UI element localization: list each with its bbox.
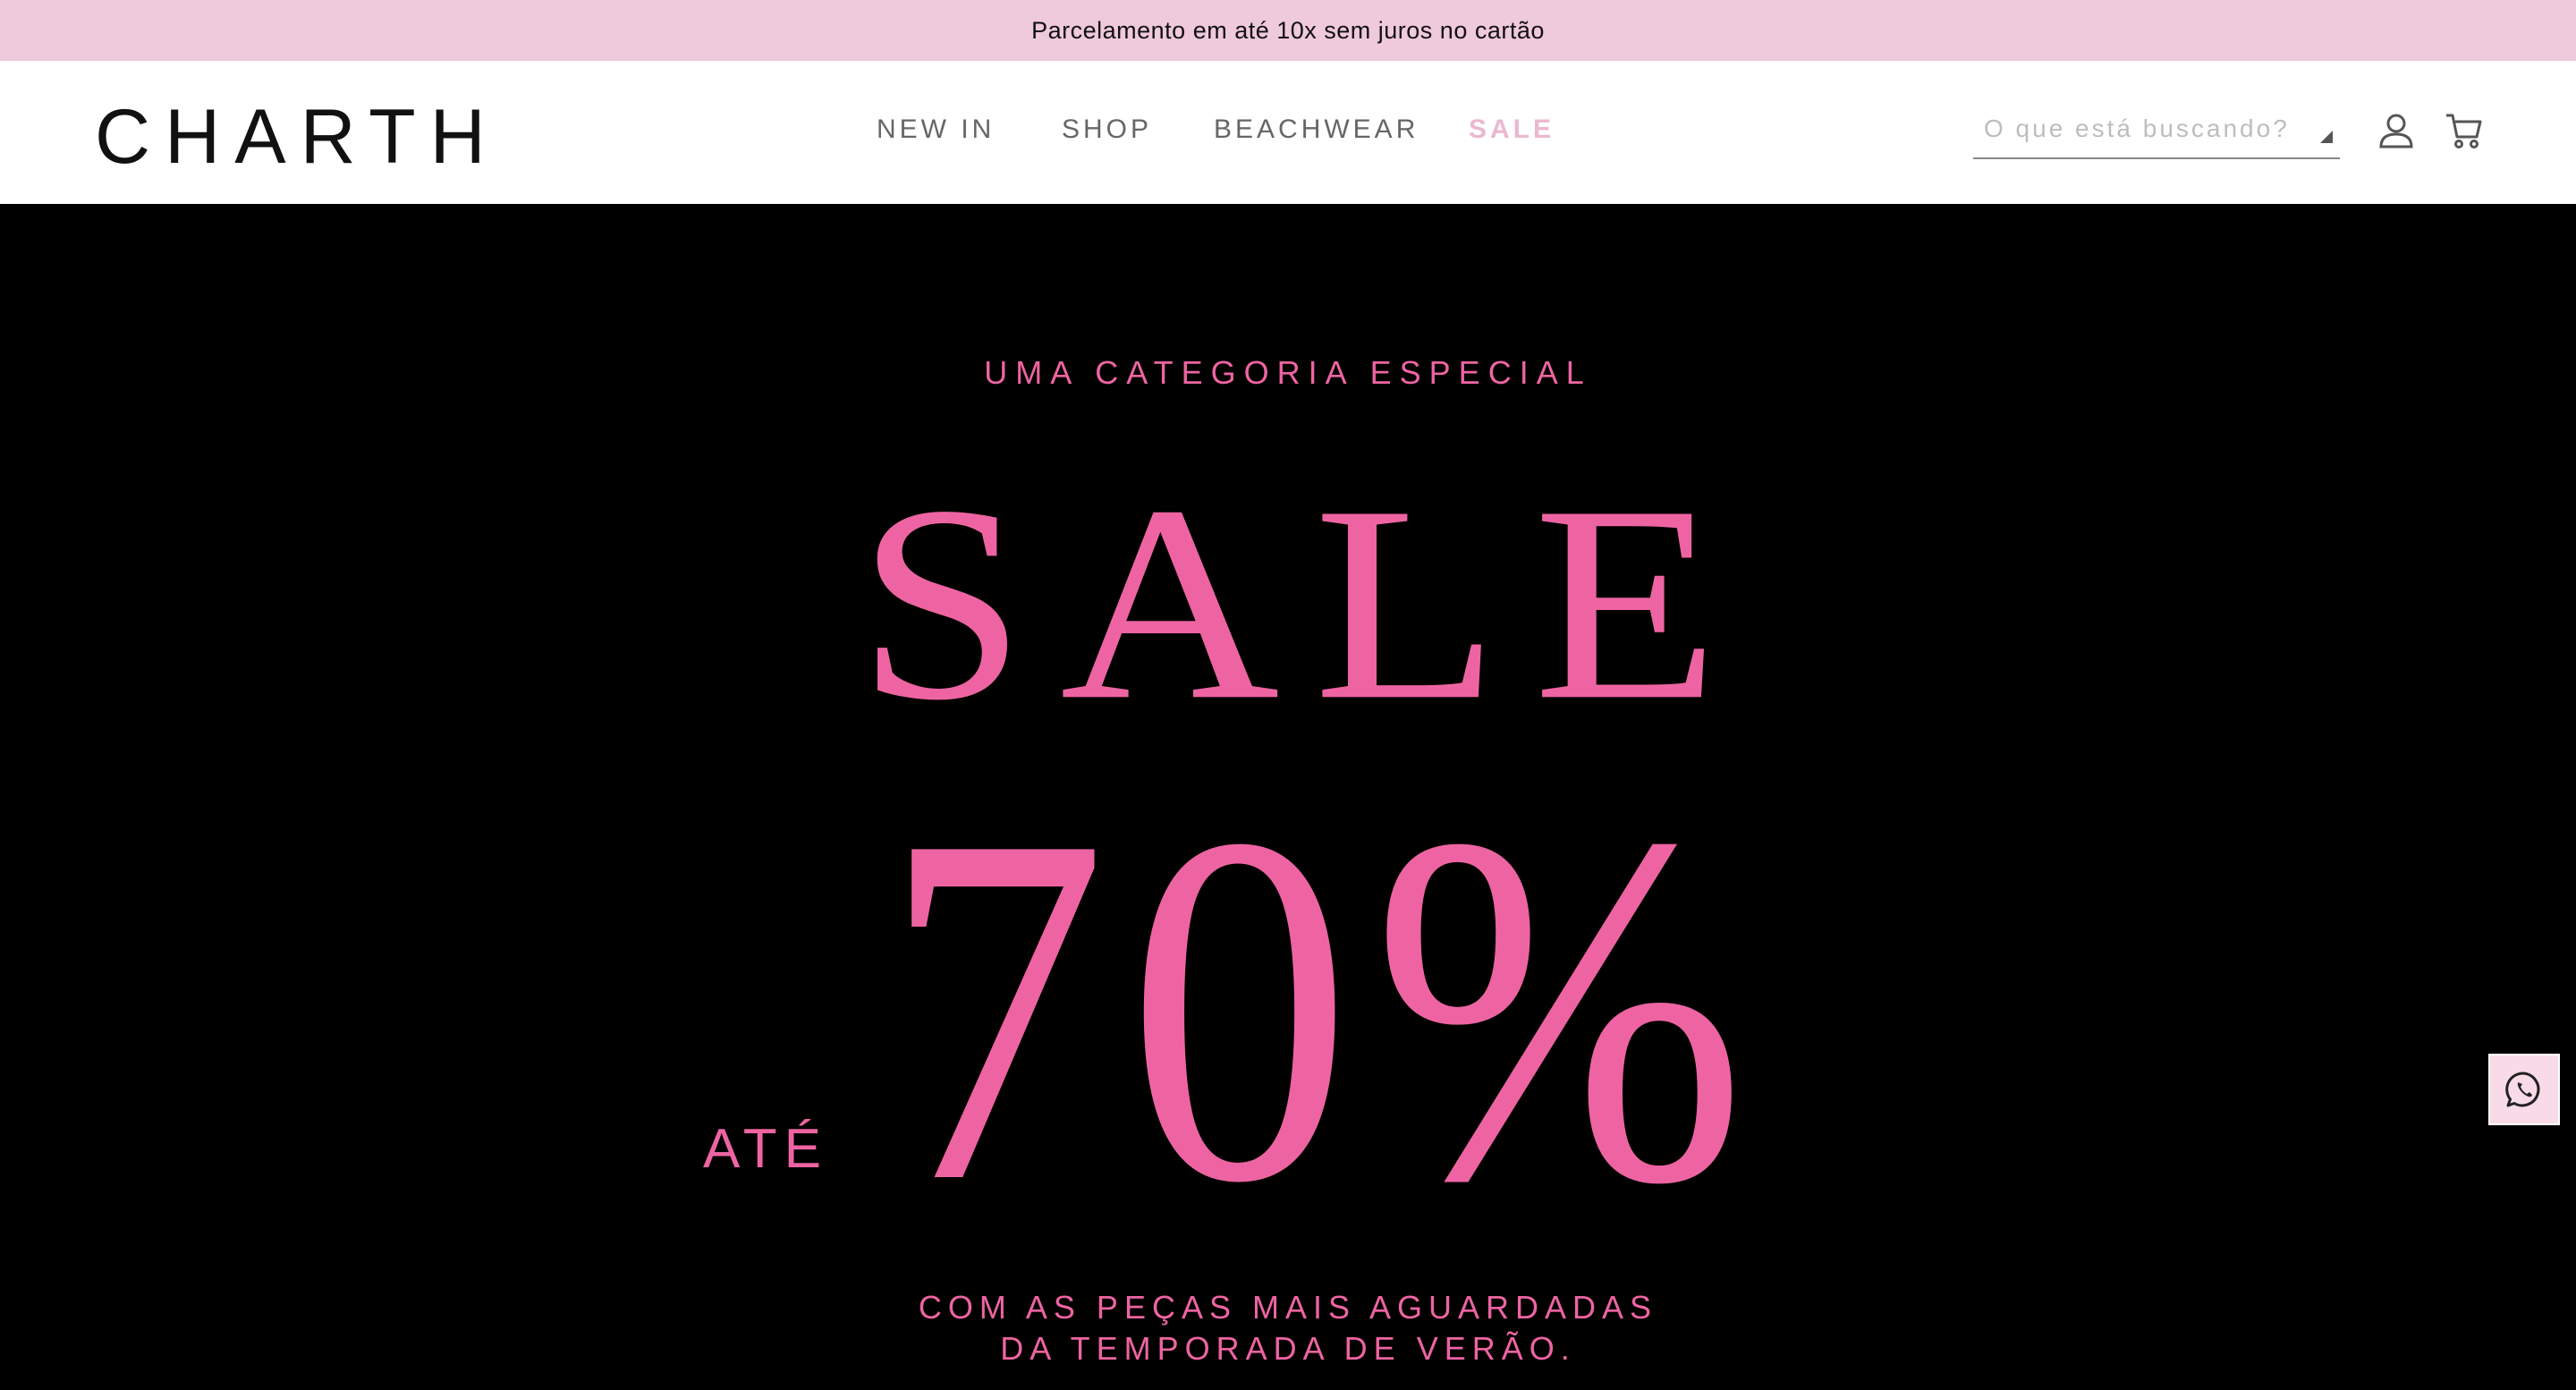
nav-item-sale[interactable]: SALE bbox=[1469, 116, 1555, 143]
hero-discount: 70% bbox=[882, 732, 1767, 1286]
announcement-text: Parcelamento em até 10x sem juros no car… bbox=[1031, 16, 1545, 44]
search-input[interactable] bbox=[1973, 104, 2304, 154]
user-icon[interactable] bbox=[2377, 111, 2416, 150]
brand-logo[interactable]: CHARTH bbox=[95, 98, 500, 175]
site-header: CHARTH NEW IN SHOP BEACHWEAR SALE bbox=[0, 61, 2576, 204]
announcement-bar: Parcelamento em até 10x sem juros no car… bbox=[0, 0, 2576, 61]
search-box bbox=[1973, 104, 2340, 159]
nav-item-new-in[interactable]: NEW IN bbox=[877, 116, 995, 143]
whatsapp-button[interactable] bbox=[2488, 1054, 2560, 1125]
hero-headline: SALE bbox=[857, 447, 1753, 759]
cart-icon[interactable] bbox=[2445, 111, 2484, 150]
search-resize-caret-icon bbox=[2320, 131, 2333, 143]
hero-prefix: ATÉ bbox=[703, 1118, 828, 1180]
nav-item-shop[interactable]: SHOP bbox=[1062, 116, 1152, 143]
nav-item-beachwear[interactable]: BEACHWEAR bbox=[1214, 116, 1419, 143]
hero-subline-1: COM AS PEÇAS MAIS AGUARDADAS bbox=[918, 1289, 1658, 1326]
whatsapp-icon bbox=[2505, 1072, 2540, 1107]
hero-eyebrow: UMA CATEGORIA ESPECIAL bbox=[984, 354, 1592, 391]
hero-banner[interactable]: UMA CATEGORIA ESPECIAL SALE ATÉ 70% COM … bbox=[0, 204, 2576, 1390]
hero-subline-2: DA TEMPORADA DE VERÃO. bbox=[1000, 1330, 1576, 1367]
